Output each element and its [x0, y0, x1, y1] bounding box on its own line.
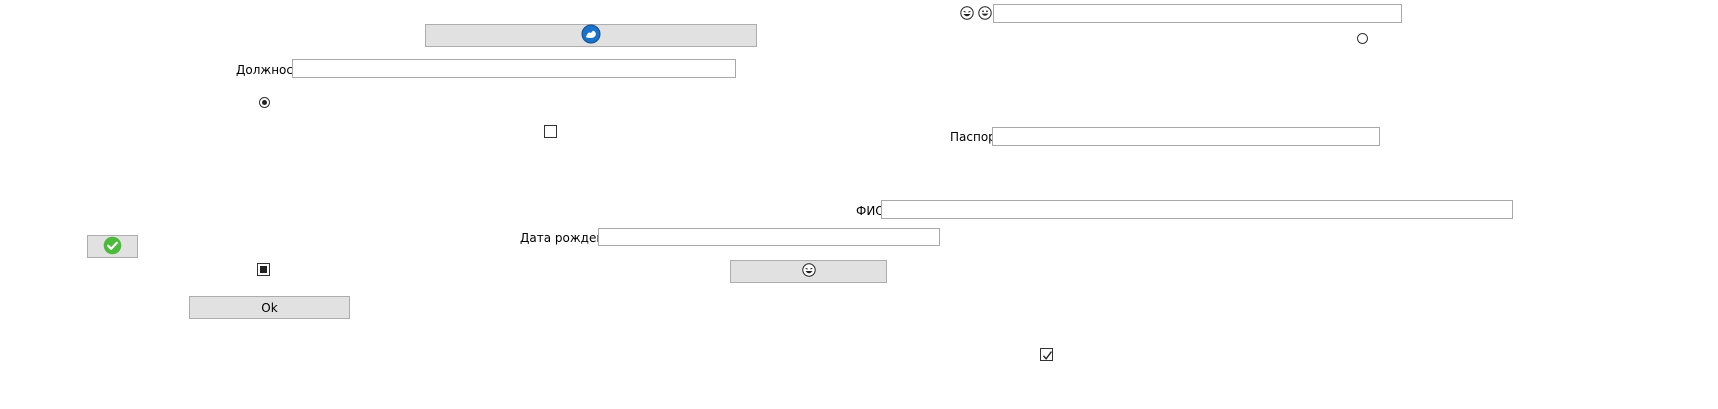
checkbox-fill — [260, 266, 267, 273]
radio-dot — [262, 100, 267, 105]
laughing-face-icon — [960, 6, 974, 20]
green-checkmark-icon — [103, 236, 122, 258]
radio-left[interactable] — [259, 97, 270, 108]
birthdate-field[interactable] — [598, 228, 940, 246]
checkmark-icon — [1042, 351, 1053, 360]
fio-field[interactable] — [881, 200, 1513, 219]
emoji-button[interactable] — [730, 260, 887, 283]
top-text-field[interactable] — [993, 4, 1402, 23]
checkbox-bottom[interactable] — [1040, 348, 1053, 361]
confirm-icon-button[interactable] — [87, 235, 138, 258]
position-field[interactable] — [292, 59, 736, 78]
checkbox-top[interactable] — [544, 125, 557, 138]
radio-right[interactable] — [1357, 33, 1368, 44]
laughing-face-icon — [801, 263, 816, 280]
ok-button[interactable]: Ok — [189, 296, 350, 319]
grinning-face-icon — [978, 6, 992, 20]
ok-button-label: Ok — [261, 300, 278, 315]
logo-button[interactable] — [425, 24, 757, 47]
blue-logo-icon — [581, 24, 601, 47]
passport-field[interactable] — [992, 127, 1380, 146]
checkbox-indeterminate[interactable] — [257, 263, 270, 276]
